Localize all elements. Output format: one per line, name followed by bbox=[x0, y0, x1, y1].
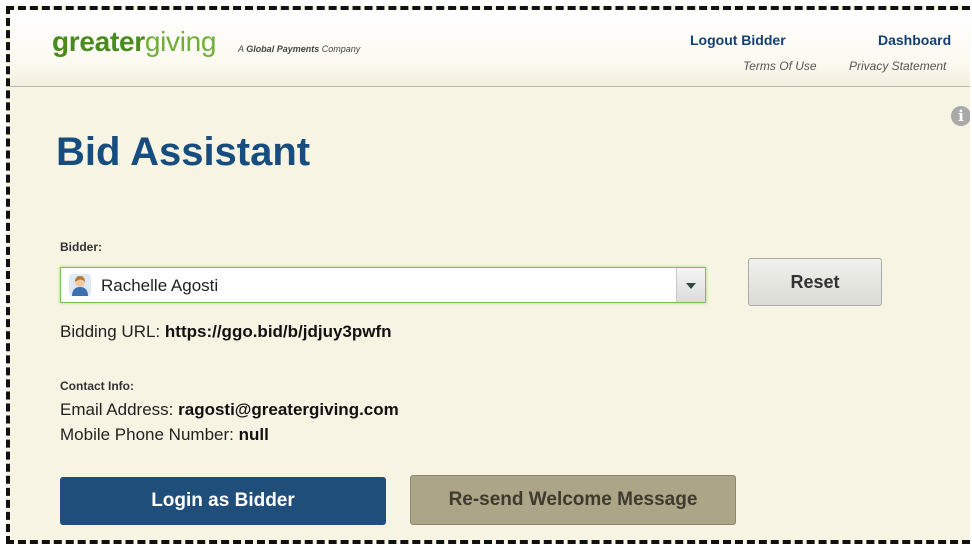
contact-info-heading: Contact Info: bbox=[60, 379, 134, 393]
email-label: Email Address: bbox=[60, 400, 174, 419]
bidder-label: Bidder: bbox=[60, 240, 102, 254]
dashboard-link[interactable]: Dashboard bbox=[878, 32, 951, 48]
chevron-down-icon[interactable] bbox=[676, 268, 705, 302]
email-value: ragosti@greatergiving.com bbox=[178, 400, 399, 419]
app-frame: greatergiving A Global Payments Company … bbox=[6, 6, 970, 544]
page-title: Bid Assistant bbox=[56, 130, 311, 174]
login-as-bidder-button[interactable]: Login as Bidder bbox=[60, 477, 386, 525]
tagline-suffix: Company bbox=[321, 44, 361, 54]
logo-tagline: A Global Payments Company bbox=[238, 44, 360, 54]
bidding-url-row: Bidding URL: https://ggo.bid/b/jdjuy3pwf… bbox=[60, 322, 392, 342]
privacy-statement-link[interactable]: Privacy Statement bbox=[849, 59, 946, 73]
phone-label: Mobile Phone Number: bbox=[60, 425, 234, 444]
logo-greater: greater bbox=[52, 26, 145, 57]
phone-value: null bbox=[238, 425, 269, 444]
bidding-url-label: Bidding URL: bbox=[60, 322, 161, 341]
bidder-select[interactable]: Rachelle Agosti bbox=[60, 267, 706, 303]
greatergiving-logo[interactable]: greatergiving bbox=[52, 26, 217, 57]
bidding-url-value: https://ggo.bid/b/jdjuy3pwfn bbox=[164, 322, 392, 341]
resend-welcome-button[interactable]: Re-send Welcome Message bbox=[410, 475, 736, 525]
tagline-bold: Global Payments bbox=[246, 44, 320, 54]
phone-row: Mobile Phone Number: null bbox=[60, 425, 269, 445]
logout-bidder-link[interactable]: Logout Bidder bbox=[690, 32, 786, 48]
terms-of-use-link[interactable]: Terms Of Use bbox=[743, 59, 817, 73]
email-row: Email Address: ragosti@greatergiving.com bbox=[60, 400, 399, 420]
info-icon[interactable]: i bbox=[951, 106, 970, 126]
logo-giving: giving bbox=[144, 26, 217, 57]
reset-button[interactable]: Reset bbox=[748, 258, 882, 306]
tagline-prefix: A bbox=[238, 44, 244, 54]
header-bar: greatergiving A Global Payments Company … bbox=[10, 10, 970, 87]
user-avatar-icon bbox=[69, 274, 91, 296]
bidder-select-value: Rachelle Agosti bbox=[101, 276, 219, 295]
